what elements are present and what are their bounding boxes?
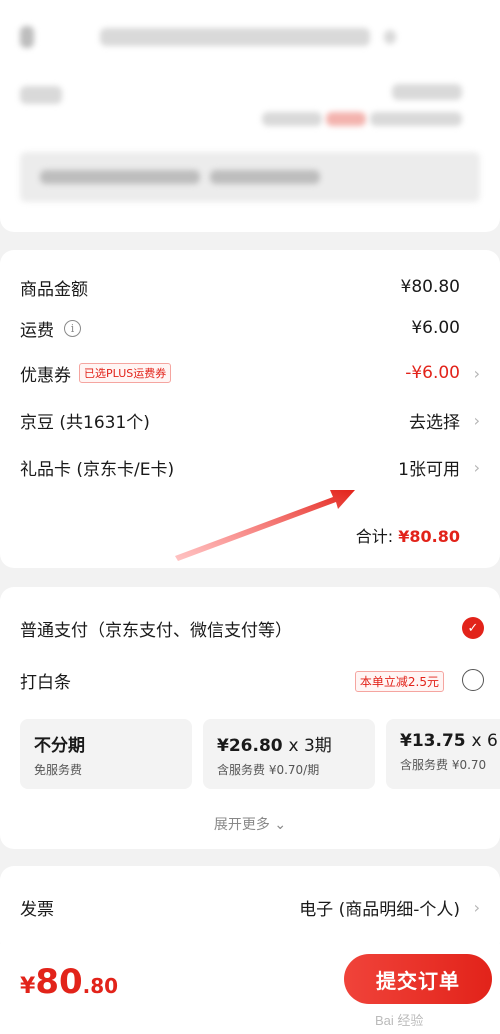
installment-fee: 含服务费 ¥0.70/期 xyxy=(217,763,320,777)
back-icon[interactable] xyxy=(20,26,34,48)
installment-fee: 含服务费 ¥0.70 xyxy=(400,758,487,772)
installment-times: x 3期 xyxy=(288,736,332,756)
blurred-delivery-text xyxy=(210,170,320,184)
installment-fee: 免服务费 xyxy=(34,763,83,777)
installment-times: x 6 xyxy=(471,731,498,751)
jingdou-label: 京豆 (共1631个) xyxy=(20,412,150,433)
blurred-title-icon xyxy=(384,30,396,44)
total-label: 合计: xyxy=(355,527,394,546)
invoice-value: 电子 (商品明细-个人) xyxy=(299,899,460,920)
jingdou-row[interactable]: 京豆 (共1631个) 去选择 › xyxy=(20,405,480,435)
baitiao-label: 打白条 xyxy=(20,672,71,693)
bottom-bar: ¥80.80 提交订单 Bai 经验 xyxy=(0,944,500,1034)
shipping-label: 运费 xyxy=(20,320,54,341)
chevron-right-icon: › xyxy=(473,410,480,430)
goods-amount-label: 商品金额 xyxy=(20,279,88,300)
blurred-text xyxy=(370,112,462,126)
goods-amount-value: ¥80.80 xyxy=(400,277,460,297)
gift-card-row[interactable]: 礼品卡 (京东卡/E卡) 1张可用 › xyxy=(20,452,480,482)
coupon-row[interactable]: 优惠券 已选PLUS运费券 -¥6.00 › xyxy=(20,358,480,388)
payment-card: 普通支付（京东支付、微信支付等） ✓ 打白条 本单立减2.5元 不分期 免服务费… xyxy=(0,587,500,849)
blurred-highlight xyxy=(326,112,366,126)
installment-option[interactable]: ¥26.80 x 3期 含服务费 ¥0.70/期 xyxy=(203,719,375,789)
address-card[interactable] xyxy=(0,0,500,232)
shipping-value: ¥6.00 xyxy=(411,318,460,338)
installment-title: 不分期 xyxy=(34,736,85,756)
price-decimal: .80 xyxy=(82,974,119,998)
blurred-value xyxy=(392,84,462,100)
total-line: 合计: ¥80.80 xyxy=(356,523,460,547)
price-detail-card: 商品金额 ¥80.80 运费 i ¥6.00 优惠券 已选PLUS运费券 -¥6… xyxy=(0,250,500,568)
jingdou-value: 去选择 xyxy=(409,412,460,433)
price-symbol: ¥ xyxy=(20,974,36,999)
blurred-label xyxy=(20,86,62,104)
installment-option[interactable]: 不分期 免服务费 xyxy=(20,719,192,789)
normal-payment-label: 普通支付（京东支付、微信支付等） xyxy=(20,620,292,641)
installment-amount: ¥13.75 xyxy=(400,731,466,751)
installment-amount: ¥26.80 xyxy=(217,736,283,756)
bottom-total-price: ¥80.80 xyxy=(20,962,118,1002)
price-integer: 80 xyxy=(35,962,83,1002)
baitiao-discount-badge: 本单立减2.5元 xyxy=(354,671,444,692)
blurred-title xyxy=(100,28,370,46)
coupon-label: 优惠券 xyxy=(20,365,71,386)
gift-card-label: 礼品卡 (京东卡/E卡) xyxy=(20,459,175,480)
radio-unchecked-icon[interactable] xyxy=(462,669,484,691)
invoice-row[interactable]: 发票 电子 (商品明细-个人) › xyxy=(20,892,480,922)
goods-amount-row: 商品金额 ¥80.80 xyxy=(20,272,480,302)
baidu-watermark: Bai 经验 xyxy=(375,1013,424,1028)
checkmark-icon[interactable]: ✓ xyxy=(462,617,484,639)
shipping-row: 运费 i ¥6.00 xyxy=(20,313,480,343)
plus-coupon-tag: 已选PLUS运费券 xyxy=(79,363,172,383)
blurred-delivery-text xyxy=(40,170,200,184)
submit-order-button[interactable]: 提交订单 xyxy=(344,954,492,1004)
coupon-value: -¥6.00 xyxy=(405,363,460,383)
chevron-right-icon: › xyxy=(473,457,480,477)
installment-option[interactable]: ¥13.75 x 6 含服务费 ¥0.70 xyxy=(386,719,500,789)
invoice-card[interactable]: 发票 电子 (商品明细-个人) › xyxy=(0,866,500,956)
gift-card-value: 1张可用 xyxy=(398,459,460,480)
blurred-text xyxy=(262,112,322,126)
total-value: ¥80.80 xyxy=(398,527,460,546)
invoice-label: 发票 xyxy=(20,899,54,920)
chevron-right-icon: › xyxy=(473,897,480,917)
chevron-right-icon: › xyxy=(473,363,480,383)
info-icon[interactable]: i xyxy=(64,319,81,337)
expand-more-button[interactable]: 展开更多 ⌄ xyxy=(0,814,500,834)
normal-payment-row[interactable]: 普通支付（京东支付、微信支付等） xyxy=(20,613,480,643)
